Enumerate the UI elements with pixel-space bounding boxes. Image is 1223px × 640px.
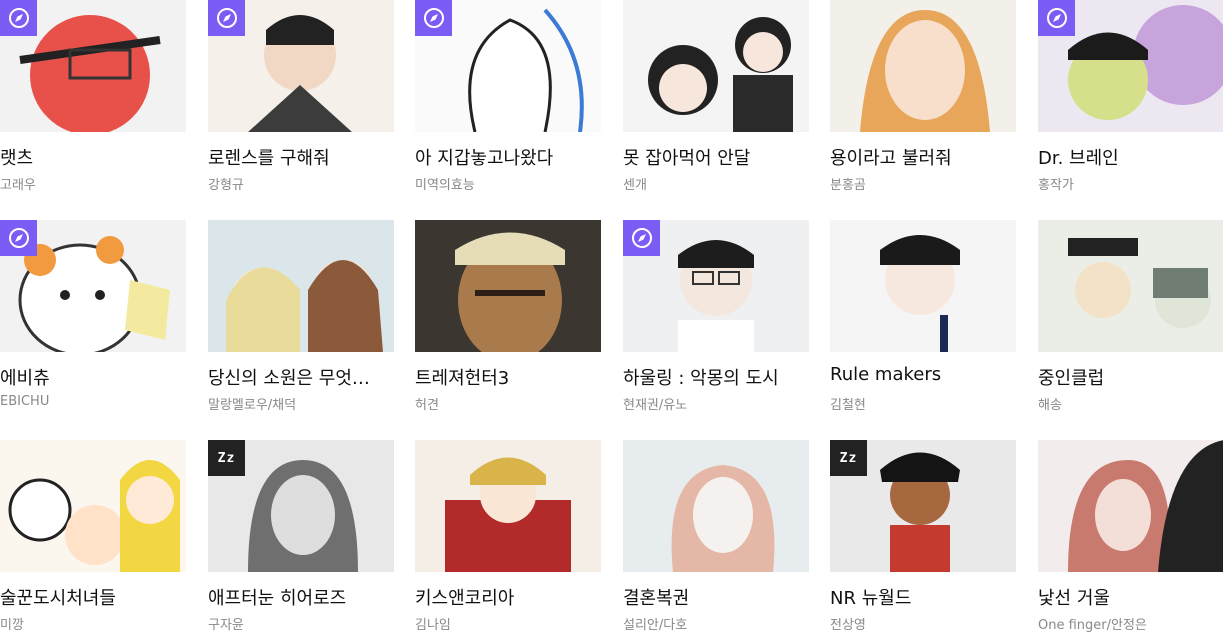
webtoon-thumbnail[interactable] xyxy=(1038,440,1223,572)
webtoon-author: 구자윤 xyxy=(208,618,244,633)
webtoon-author: 김철현 xyxy=(830,398,866,413)
cover-image xyxy=(860,10,990,132)
webtoon-title[interactable]: 에비츄 xyxy=(0,364,186,390)
compass-icon xyxy=(415,0,452,36)
webtoon-thumbnail[interactable] xyxy=(415,440,601,572)
webtoon-thumbnail[interactable] xyxy=(623,220,809,352)
webtoon-card[interactable]: 결혼복권설리안/다호 xyxy=(623,440,809,640)
webtoon-author: EBICHU xyxy=(0,394,50,409)
webtoon-thumbnail[interactable] xyxy=(0,0,186,132)
webtoon-card[interactable]: 못 잡아먹어 안달센개 xyxy=(623,0,809,200)
cover-image xyxy=(445,457,571,572)
webtoon-thumbnail[interactable]: Zz xyxy=(208,440,394,572)
webtoon-thumbnail[interactable] xyxy=(1038,220,1223,352)
webtoon-thumbnail[interactable] xyxy=(415,0,601,132)
webtoon-thumbnail[interactable] xyxy=(623,0,809,132)
webtoon-title[interactable]: 트레져헌터3 xyxy=(415,364,601,390)
sleep-icon: Zz xyxy=(830,440,867,476)
cover-image xyxy=(455,232,565,352)
cover-image xyxy=(8,460,180,572)
webtoon-author: 강형규 xyxy=(208,178,244,193)
webtoon-card[interactable]: 술꾼도시처녀들미깡 xyxy=(0,440,186,640)
webtoon-title[interactable]: 낯선 거울 xyxy=(1038,584,1223,610)
webtoon-card[interactable]: 랫츠고래우 xyxy=(0,0,186,200)
cover-image xyxy=(1068,238,1211,328)
cover-image xyxy=(671,465,775,572)
webtoon-card[interactable]: 용이라고 불러줘분홍곰 xyxy=(830,0,1016,200)
cover-image xyxy=(226,260,383,352)
webtoon-card[interactable]: 중인클럽해송 xyxy=(1038,220,1223,420)
webtoon-title[interactable]: Rule makers xyxy=(830,364,1016,385)
webtoon-card[interactable]: 트레져헌터3 허견 xyxy=(415,220,601,420)
webtoon-card[interactable]: Rule makers 김철현 xyxy=(830,220,1016,420)
cover-image xyxy=(1068,440,1223,572)
webtoon-author: One finger/안정은 xyxy=(1038,618,1147,633)
compass-icon xyxy=(1038,0,1075,36)
compass-icon xyxy=(0,0,37,36)
webtoon-thumbnail[interactable] xyxy=(830,0,1016,132)
webtoon-author: 설리안/다호 xyxy=(623,618,688,633)
compass-icon xyxy=(623,220,660,256)
webtoon-card[interactable]: Dr. 브레인홍작가 xyxy=(1038,0,1223,200)
webtoon-grid: 랫츠고래우 로렌스를 구해줘강형규 아 지갑놓고나왔다미역의효능 못 잡아먹어 … xyxy=(0,0,1223,635)
compass-icon xyxy=(208,0,245,36)
webtoon-author: 김나임 xyxy=(415,618,451,633)
webtoon-card[interactable]: 로렌스를 구해줘강형규 xyxy=(208,0,394,200)
webtoon-author: 미깡 xyxy=(0,618,24,633)
webtoon-thumbnail[interactable] xyxy=(830,220,1016,352)
webtoon-card[interactable]: 아 지갑놓고나왔다미역의효능 xyxy=(415,0,601,200)
cover-image xyxy=(648,17,793,132)
webtoon-author: 말랑멜로우/채덕 xyxy=(208,398,297,413)
webtoon-author: 고래우 xyxy=(0,178,36,193)
webtoon-author: 홍작가 xyxy=(1038,178,1074,193)
webtoon-title[interactable]: 하울링 : 악몽의 도시 xyxy=(623,364,809,390)
webtoon-thumbnail[interactable]: Zz xyxy=(830,440,1016,572)
webtoon-title[interactable]: 당신의 소원은 무엇… xyxy=(208,364,394,390)
sleep-icon: Zz xyxy=(208,440,245,476)
webtoon-author: 허견 xyxy=(415,398,439,413)
webtoon-author: 센개 xyxy=(623,178,647,193)
webtoon-card[interactable]: Zz NR 뉴월드전상영 xyxy=(830,440,1016,640)
webtoon-thumbnail[interactable] xyxy=(208,0,394,132)
webtoon-title[interactable]: 애프터눈 히어로즈 xyxy=(208,584,394,610)
webtoon-thumbnail[interactable] xyxy=(208,220,394,352)
webtoon-thumbnail[interactable] xyxy=(1038,0,1223,132)
webtoon-title[interactable]: Dr. 브레인 xyxy=(1038,144,1223,170)
cover-image xyxy=(880,235,960,352)
webtoon-card[interactable]: 낯선 거울 One finger/안정은 xyxy=(1038,440,1223,640)
webtoon-author: 현재권/유노 xyxy=(623,398,688,413)
webtoon-title[interactable]: 결혼복권 xyxy=(623,584,809,610)
webtoon-title[interactable]: 중인클럽 xyxy=(1038,364,1223,390)
webtoon-thumbnail[interactable] xyxy=(0,220,186,352)
webtoon-title[interactable]: 키스앤코리아 xyxy=(415,584,601,610)
webtoon-author: 미역의효능 xyxy=(415,178,475,193)
webtoon-thumbnail[interactable] xyxy=(0,440,186,572)
webtoon-thumbnail[interactable] xyxy=(623,440,809,572)
webtoon-title[interactable]: 용이라고 불러줘 xyxy=(830,144,1016,170)
webtoon-title[interactable]: 랫츠 xyxy=(0,144,186,170)
webtoon-card[interactable]: 하울링 : 악몽의 도시현재권/유노 xyxy=(623,220,809,420)
webtoon-card[interactable]: Zz 애프터눈 히어로즈구자윤 xyxy=(208,440,394,640)
webtoon-title[interactable]: 로렌스를 구해줘 xyxy=(208,144,394,170)
webtoon-title[interactable]: 술꾼도시처녀들 xyxy=(0,584,186,610)
webtoon-card[interactable]: 에비츄 EBICHU xyxy=(0,220,186,420)
webtoon-author: 분홍곰 xyxy=(830,178,866,193)
webtoon-card[interactable]: 당신의 소원은 무엇… 말랑멜로우/채덕 xyxy=(208,220,394,420)
webtoon-card[interactable]: 키스앤코리아김나임 xyxy=(415,440,601,640)
webtoon-author: 전상영 xyxy=(830,618,866,633)
webtoon-title[interactable]: 아 지갑놓고나왔다 xyxy=(415,144,601,170)
compass-icon xyxy=(0,220,37,256)
webtoon-title[interactable]: NR 뉴월드 xyxy=(830,584,1016,610)
webtoon-author: 해송 xyxy=(1038,398,1062,413)
webtoon-thumbnail[interactable] xyxy=(415,220,601,352)
webtoon-title[interactable]: 못 잡아먹어 안달 xyxy=(623,144,809,170)
